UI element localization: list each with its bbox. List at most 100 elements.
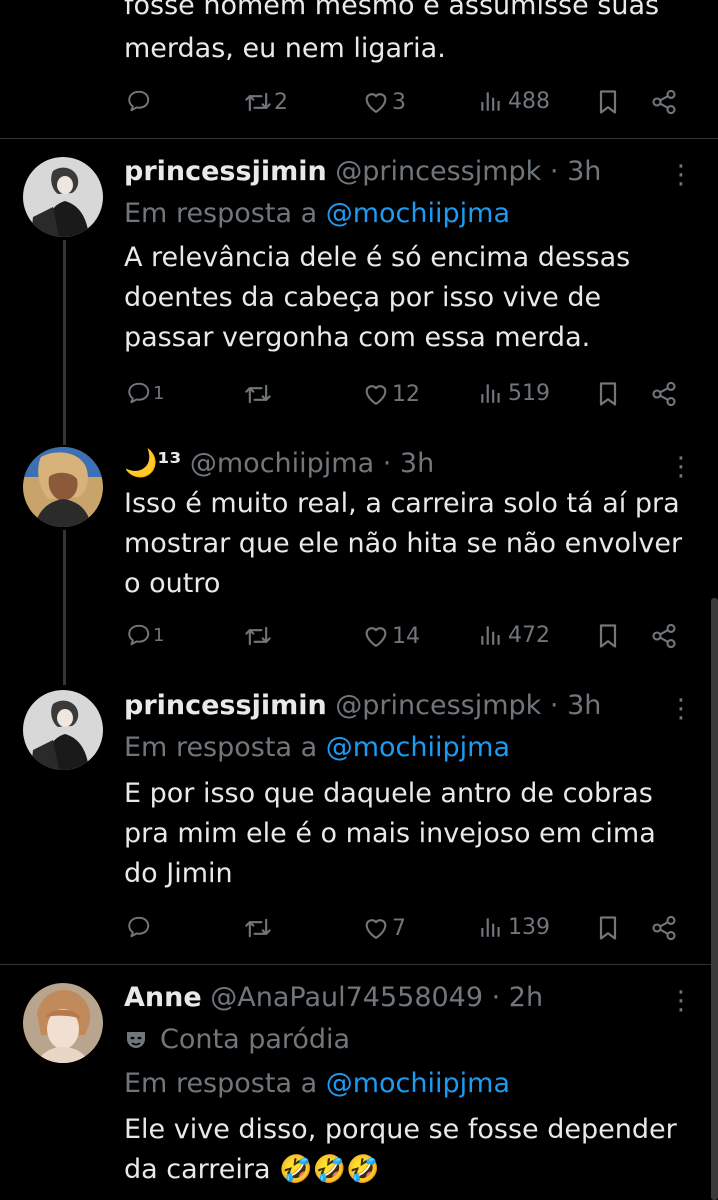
bookmark-icon bbox=[594, 914, 622, 942]
avatar-image bbox=[23, 690, 103, 770]
bookmark-icon bbox=[594, 622, 622, 650]
reply-icon bbox=[126, 914, 152, 940]
more-icon[interactable]: ⋮ bbox=[668, 696, 694, 722]
retweet-icon bbox=[244, 622, 272, 650]
reply-button[interactable] bbox=[126, 88, 152, 114]
share-icon bbox=[650, 380, 678, 408]
like-icon bbox=[362, 380, 390, 408]
handle[interactable]: @princessjmpk bbox=[335, 156, 541, 187]
display-name[interactable]: princessjimin bbox=[124, 156, 327, 187]
reply-to-link[interactable]: @mochiipjma bbox=[326, 1068, 510, 1099]
reply-count: 1 bbox=[153, 624, 165, 646]
reply-icon bbox=[126, 622, 152, 648]
reply-icon bbox=[126, 88, 152, 114]
like-button[interactable]: 12 bbox=[362, 380, 420, 408]
divider bbox=[0, 964, 718, 965]
like-count: 7 bbox=[392, 915, 406, 941]
bookmark-button[interactable] bbox=[594, 914, 622, 942]
views-icon bbox=[478, 622, 504, 648]
tweet-text: Ele vive disso, porque se fosse depender… bbox=[124, 1114, 677, 1185]
share-button[interactable] bbox=[650, 380, 678, 408]
avatar[interactable] bbox=[23, 447, 103, 527]
like-count: 12 bbox=[392, 381, 420, 407]
timestamp[interactable]: · 3h bbox=[383, 448, 434, 479]
views-count: 519 bbox=[508, 380, 550, 406]
avatar-image bbox=[23, 157, 103, 237]
reply-context-label: Em resposta a bbox=[124, 198, 318, 229]
share-button[interactable] bbox=[650, 88, 678, 116]
views-button[interactable]: 519 bbox=[478, 380, 550, 406]
more-icon[interactable]: ⋮ bbox=[668, 988, 694, 1014]
retweet-button[interactable] bbox=[244, 380, 272, 408]
like-button[interactable]: 7 bbox=[362, 914, 406, 942]
reply-count: 1 bbox=[153, 382, 165, 404]
avatar[interactable] bbox=[23, 983, 103, 1063]
bookmark-button[interactable] bbox=[594, 88, 622, 116]
retweet-icon bbox=[244, 914, 272, 942]
tweet-text: Isso é muito real, a carreira solo tá aí… bbox=[124, 488, 683, 599]
handle[interactable]: @mochiipjma bbox=[190, 448, 374, 479]
retweet-button[interactable]: 2 bbox=[244, 88, 288, 116]
tweet-text: E por isso que daquele antro de cobras p… bbox=[124, 778, 656, 889]
avatar-image bbox=[23, 983, 103, 1063]
more-icon[interactable]: ⋮ bbox=[668, 162, 694, 188]
like-count: 14 bbox=[392, 623, 420, 649]
handle[interactable]: @AnaPaul74558049 bbox=[210, 982, 483, 1013]
tweet-text-line: fosse homem mesmo e assumisse suas bbox=[124, 0, 660, 21]
display-name[interactable]: princessjimin bbox=[124, 690, 327, 721]
retweet-button[interactable] bbox=[244, 622, 272, 650]
avatar-image bbox=[23, 447, 103, 527]
display-name[interactable]: 🌙¹³ bbox=[124, 448, 181, 479]
bookmark-icon bbox=[594, 380, 622, 408]
avatar[interactable] bbox=[23, 157, 103, 237]
timestamp[interactable]: · 2h bbox=[492, 982, 543, 1013]
more-icon[interactable]: ⋮ bbox=[668, 454, 694, 480]
share-icon bbox=[650, 914, 678, 942]
reply-button[interactable]: 1 bbox=[126, 622, 164, 648]
bookmark-icon bbox=[594, 88, 622, 116]
like-count: 3 bbox=[392, 89, 406, 115]
reply-icon bbox=[126, 380, 152, 406]
avatar[interactable] bbox=[23, 690, 103, 770]
parody-label: Conta paródia bbox=[160, 1024, 351, 1055]
like-button[interactable]: 14 bbox=[362, 622, 420, 650]
views-count: 488 bbox=[508, 88, 550, 114]
timestamp[interactable]: · 3h bbox=[550, 156, 601, 187]
views-icon bbox=[478, 88, 504, 114]
thread-line bbox=[63, 240, 66, 445]
like-icon bbox=[362, 622, 390, 650]
like-button[interactable]: 3 bbox=[362, 88, 406, 116]
display-name[interactable]: Anne bbox=[124, 982, 202, 1013]
tweet-text: A relevância dele é só encima dessas doe… bbox=[124, 242, 631, 353]
retweet-icon bbox=[244, 88, 272, 116]
views-count: 139 bbox=[508, 914, 550, 940]
divider bbox=[0, 138, 718, 139]
retweet-icon bbox=[244, 380, 272, 408]
share-button[interactable] bbox=[650, 914, 678, 942]
reply-to-link[interactable]: @mochiipjma bbox=[326, 732, 510, 763]
views-button[interactable]: 472 bbox=[478, 622, 550, 648]
retweet-count: 2 bbox=[274, 89, 288, 115]
thread-line bbox=[63, 530, 66, 685]
views-button[interactable]: 139 bbox=[478, 914, 550, 940]
reply-context-label: Em resposta a bbox=[124, 732, 318, 763]
bookmark-button[interactable] bbox=[594, 622, 622, 650]
handle[interactable]: @princessjmpk bbox=[335, 690, 541, 721]
parody-mask-icon bbox=[127, 1032, 145, 1048]
retweet-button[interactable] bbox=[244, 914, 272, 942]
views-icon bbox=[478, 914, 504, 940]
share-icon bbox=[650, 622, 678, 650]
like-icon bbox=[362, 88, 390, 116]
views-button[interactable]: 488 bbox=[478, 88, 550, 114]
timestamp[interactable]: · 3h bbox=[550, 690, 601, 721]
reply-button[interactable]: 1 bbox=[126, 380, 164, 406]
scrollbar[interactable] bbox=[711, 598, 718, 1200]
share-button[interactable] bbox=[650, 622, 678, 650]
reply-button[interactable] bbox=[126, 914, 152, 940]
reply-to-link[interactable]: @mochiipjma bbox=[326, 198, 510, 229]
like-icon bbox=[362, 914, 390, 942]
views-icon bbox=[478, 380, 504, 406]
bookmark-button[interactable] bbox=[594, 380, 622, 408]
reply-context-label: Em resposta a bbox=[124, 1068, 318, 1099]
tweet-text-line: merdas, eu nem ligaria. bbox=[124, 33, 446, 64]
